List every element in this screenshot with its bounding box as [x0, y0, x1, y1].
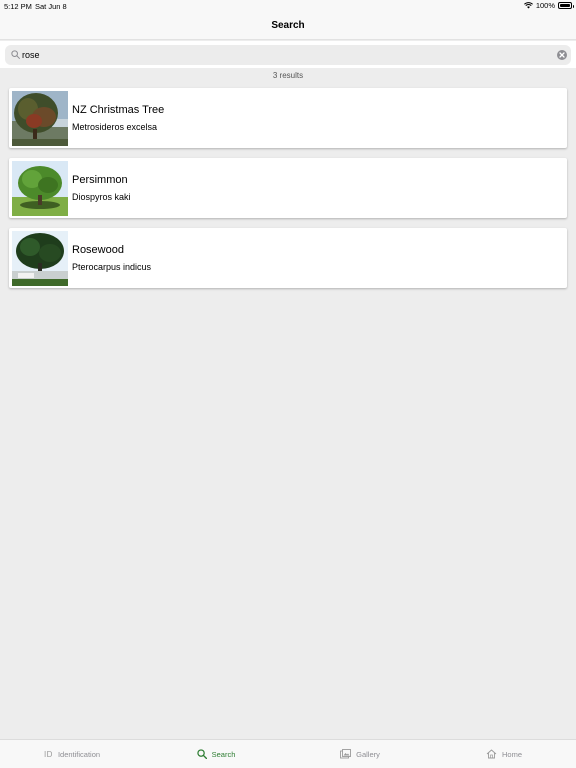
search-field[interactable] [5, 45, 571, 65]
search-icon [196, 749, 207, 759]
nav-bar: Search [0, 12, 576, 40]
page-title: Search [271, 20, 305, 31]
status-time: 5:12 PM [4, 2, 32, 11]
search-input[interactable] [22, 48, 542, 62]
result-subtitle: Pterocarpus indicus [72, 262, 152, 272]
status-right: 100% [523, 1, 574, 10]
result-card-persimmon[interactable]: Persimmon Diospyros kaki [9, 158, 567, 218]
status-date: Sat Jun 8 [35, 2, 67, 11]
battery-icon [558, 2, 574, 9]
tab-gallery[interactable]: Gallery [288, 740, 432, 768]
tab-label: Gallery [356, 749, 380, 759]
tab-home[interactable]: Home [432, 740, 576, 768]
search-bar [0, 41, 576, 68]
home-icon [486, 749, 497, 759]
tab-label: Search [211, 749, 236, 759]
wifi-icon [523, 2, 533, 9]
result-title: Rosewood [72, 244, 124, 256]
thumbnail-image [12, 161, 68, 216]
clear-icon[interactable] [557, 50, 567, 60]
result-subtitle: Diospyros kaki [72, 192, 131, 202]
tab-bar: ID Identification Search Gallery Home [0, 739, 576, 768]
result-title: NZ Christmas Tree [72, 104, 165, 116]
result-subtitle: Metrosideros excelsa [72, 122, 158, 132]
status-bar: 5:12 PM Sat Jun 8 100% [0, 0, 576, 12]
search-icon [11, 50, 20, 59]
result-card-nz-christmas-tree[interactable]: NZ Christmas Tree Metrosideros excelsa [9, 88, 567, 148]
app: 5:12 PM Sat Jun 8 100% Search rose 3 res… [0, 0, 576, 768]
battery-percent: 100% [535, 1, 555, 10]
result-title: Persimmon [72, 174, 128, 186]
results-count: 3 results [272, 71, 304, 80]
result-card-rosewood[interactable]: Rosewood Pterocarpus indicus [9, 228, 567, 288]
id-icon: ID [43, 749, 53, 759]
thumbnail-image [12, 231, 68, 286]
tab-label: Home [501, 749, 522, 759]
thumbnail-image [12, 91, 68, 146]
tab-label: Identification [57, 749, 101, 759]
tab-identification[interactable]: ID Identification [0, 740, 144, 768]
tab-search[interactable]: Search [144, 740, 288, 768]
gallery-icon [340, 749, 352, 759]
